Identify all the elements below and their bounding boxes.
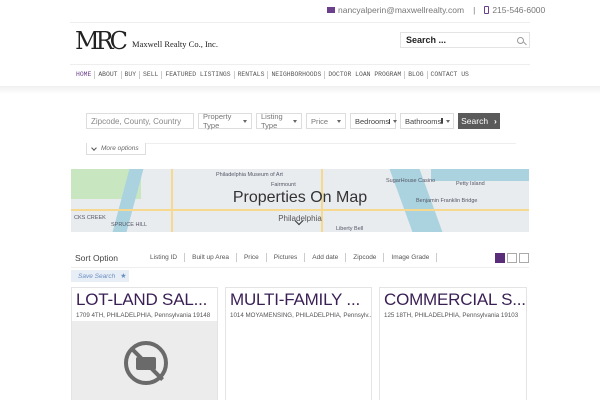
bathrooms-select[interactable]: Bathrooms bbox=[400, 113, 454, 129]
map-label: Philadelphia Museum of Art bbox=[216, 172, 283, 178]
bathtub-icon bbox=[441, 118, 444, 124]
nav-item-featured-listings[interactable]: FEATURED LISTINGS bbox=[162, 70, 235, 79]
site-search-input[interactable]: Search ... bbox=[400, 32, 530, 48]
logo-mark: MRC bbox=[75, 27, 128, 55]
nav-item-neighborhoods[interactable]: NEIGHBORHOODS bbox=[268, 70, 326, 79]
property-type-label: Property Type bbox=[203, 112, 232, 130]
map-label: Liberty Bell bbox=[336, 226, 364, 232]
nav-item-contact-us[interactable]: CONTACT US bbox=[428, 71, 472, 79]
sort-option-built-up-area[interactable]: Built up Area bbox=[185, 253, 237, 262]
price-label: Price bbox=[311, 116, 329, 126]
contact-separator: | bbox=[473, 5, 476, 15]
map-title: Properties On Map bbox=[232, 189, 368, 206]
sort-option-add-date[interactable]: Add date bbox=[305, 253, 347, 262]
sort-option-price[interactable]: Price bbox=[237, 253, 267, 262]
chevron-down-icon bbox=[91, 144, 97, 151]
nav-item-sell[interactable]: SELL bbox=[140, 70, 163, 79]
nav-item-doctor-loan-program[interactable]: DOCTOR LOAN PROGRAM bbox=[325, 70, 406, 79]
map-water-north bbox=[431, 169, 529, 181]
nav-item-home[interactable]: HOME bbox=[73, 70, 96, 79]
bathrooms-label: Bathrooms bbox=[405, 116, 442, 126]
view-toggle bbox=[495, 253, 529, 263]
chevron-down-icon bbox=[446, 119, 451, 123]
chevron-down-icon bbox=[393, 119, 398, 123]
nav-item-rentals[interactable]: RENTALS bbox=[235, 70, 269, 79]
site-search-placeholder: Search ... bbox=[406, 35, 447, 45]
listing-card[interactable]: MULTI-FAMILY ... 1014 MOYAMENSING, PHILA… bbox=[225, 287, 372, 400]
listing-address: 125 18TH, PHILADELPHIA, Pennsylvania 191… bbox=[384, 312, 519, 319]
sort-bar: Sort Option Listing ID Built up Area Pri… bbox=[71, 248, 529, 268]
listing-address: 1014 MOYAMENSING, PHILADELPHIA, Pennsylv… bbox=[230, 312, 371, 319]
map-label: Petty Island bbox=[456, 181, 485, 187]
sort-option-zipcode[interactable]: Zipcode bbox=[346, 253, 385, 262]
grid-view-icon[interactable] bbox=[495, 253, 505, 263]
zipcode-input[interactable]: Zipcode, County, Country bbox=[86, 113, 194, 129]
price-select[interactable]: Price bbox=[306, 113, 346, 129]
list-view-icon[interactable] bbox=[507, 253, 517, 263]
chevron-down-icon bbox=[293, 119, 297, 123]
search-button[interactable]: Search › bbox=[458, 113, 500, 129]
listing-type-select[interactable]: Listing Type bbox=[256, 112, 302, 130]
search-button-label: Search bbox=[461, 116, 489, 126]
logo-name: Maxwell Realty Co., Inc. bbox=[132, 39, 218, 49]
logo[interactable]: MRC Maxwell Realty Co., Inc. bbox=[75, 29, 218, 53]
sort-option-pictures[interactable]: Pictures bbox=[267, 253, 306, 262]
nav-item-blog[interactable]: BLOG bbox=[405, 70, 428, 79]
listing-title[interactable]: MULTI-FAMILY ... bbox=[226, 288, 371, 310]
star-icon: ★ bbox=[120, 273, 127, 280]
listing-title[interactable]: LOT-LAND SAL... bbox=[72, 288, 217, 310]
listing-type-label: Listing Type bbox=[261, 112, 283, 130]
map-road bbox=[71, 209, 529, 211]
nav-item-buy[interactable]: BUY bbox=[122, 70, 141, 79]
map-view-icon[interactable] bbox=[519, 253, 529, 263]
mail-icon bbox=[327, 7, 335, 13]
sort-label: Sort Option bbox=[75, 252, 118, 263]
header-shadow bbox=[0, 86, 600, 94]
phone-icon bbox=[484, 6, 490, 14]
chevron-down-icon bbox=[337, 119, 341, 123]
no-image-icon bbox=[124, 341, 168, 385]
chevron-right-icon: › bbox=[494, 116, 497, 126]
map-label: SugarHouse Casino bbox=[386, 178, 436, 184]
listing-address: 1709 4TH, PHILADELPHIA, Pennsylvania 191… bbox=[76, 312, 211, 319]
site-header: MRC Maxwell Realty Co., Inc. Search ... bbox=[70, 22, 530, 64]
filters-divider bbox=[86, 143, 516, 144]
search-icon[interactable] bbox=[517, 36, 524, 44]
more-options-toggle[interactable]: More options bbox=[86, 143, 146, 155]
sort-option-listing-id[interactable]: Listing ID bbox=[143, 253, 186, 262]
more-options-label: More options bbox=[101, 145, 139, 152]
property-type-select[interactable]: Property Type bbox=[198, 112, 252, 130]
bed-icon bbox=[389, 118, 391, 124]
bedrooms-select[interactable]: Bedrooms bbox=[350, 113, 398, 129]
listing-card[interactable]: COMMERCIAL S... 125 18TH, PHILADELPHIA, … bbox=[379, 287, 527, 400]
listing-title[interactable]: COMMERCIAL S... bbox=[380, 288, 526, 310]
listing-image-placeholder[interactable] bbox=[72, 321, 217, 400]
save-search-label: Save Search bbox=[78, 272, 116, 280]
bedrooms-label: Bedrooms bbox=[355, 116, 390, 126]
main-nav: HOME ABOUT BUY SELL FEATURED LISTINGS RE… bbox=[70, 64, 530, 84]
chevron-down-icon bbox=[243, 119, 247, 123]
zipcode-placeholder: Zipcode, County, Country bbox=[91, 116, 182, 126]
listing-card[interactable]: LOT-LAND SAL... 1709 4TH, PHILADELPHIA, … bbox=[71, 287, 218, 400]
map-label: Fairmount bbox=[271, 182, 296, 188]
sort-option-image-grade[interactable]: Image Grade bbox=[384, 253, 438, 262]
contact-phone[interactable]: 215-546-6000 bbox=[492, 5, 545, 15]
save-search-button[interactable]: Save Search ★ bbox=[71, 270, 129, 282]
properties-map[interactable]: Philadelphia Museum of Art Fairmount Sug… bbox=[71, 169, 529, 232]
property-search-filters: Zipcode, County, Country Property Type L… bbox=[86, 112, 516, 131]
top-contact-bar: nancyalperin@maxwellrealty.com | 215-546… bbox=[0, 0, 600, 22]
nav-item-about[interactable]: ABOUT bbox=[95, 70, 122, 79]
contact-email[interactable]: nancyalperin@maxwellrealty.com bbox=[338, 5, 464, 15]
